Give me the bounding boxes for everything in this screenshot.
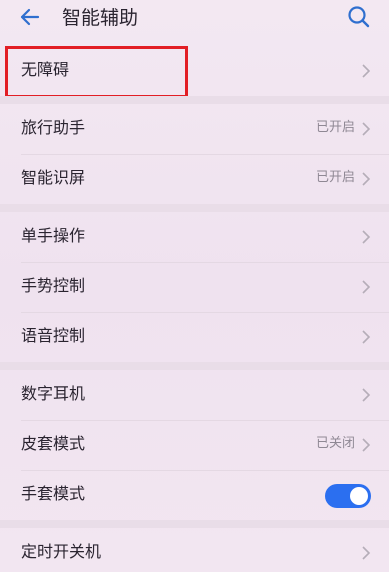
list-item-label: 智能识屏 [21, 168, 86, 187]
list-item-scheduled-power[interactable]: 定时开关机 [0, 528, 389, 572]
list-item-glove-mode: 手套模式 [0, 470, 389, 520]
list-item-label: 数字耳机 [21, 384, 86, 403]
list-item-voice-control[interactable]: 语音控制 [0, 312, 389, 362]
list-item-label: 皮套模式 [21, 434, 86, 453]
chevron-right-icon [362, 64, 371, 78]
group-divider [0, 520, 389, 528]
search-icon[interactable] [346, 4, 372, 30]
chevron-right-icon [362, 122, 371, 136]
list-item-gesture-control[interactable]: 手势控制 [0, 262, 389, 312]
list-item-cover-mode[interactable]: 皮套模式 已关闭 [0, 420, 389, 470]
chevron-right-icon [362, 388, 371, 402]
chevron-right-icon [362, 280, 371, 294]
back-arrow-icon[interactable] [18, 6, 44, 28]
list-item-label: 手势控制 [21, 276, 86, 295]
list-item-label: 手套模式 [21, 484, 86, 503]
chevron-right-icon [362, 438, 371, 452]
list-item-label: 语音控制 [21, 326, 86, 345]
list-item-digital-earphone[interactable]: 数字耳机 [0, 370, 389, 420]
chevron-right-icon [362, 330, 371, 344]
status-text: 已开启 [315, 170, 355, 185]
chevron-right-icon [362, 172, 371, 186]
list-item-label: 定时开关机 [21, 542, 102, 561]
list-item-smart-screen-recognition[interactable]: 智能识屏 已开启 [0, 154, 389, 204]
group-divider [0, 204, 389, 212]
group-divider [0, 362, 389, 370]
list-item-travel-assistant[interactable]: 旅行助手 已开启 [0, 104, 389, 154]
list-item-label: 单手操作 [21, 226, 86, 245]
glove-mode-toggle[interactable] [325, 484, 371, 508]
page-title: 智能辅助 [62, 7, 139, 29]
settings-screen: 智能辅助 无障碍 旅行助手 已开启 智能识屏 已开启 单手操作 手势控制 语音控… [0, 0, 389, 572]
status-text: 已开启 [315, 120, 355, 135]
top-bar: 智能辅助 [0, 0, 389, 40]
chevron-right-icon [362, 230, 371, 244]
chevron-right-icon [362, 546, 371, 560]
list-item-label: 旅行助手 [21, 118, 86, 137]
status-text: 已关闭 [315, 436, 355, 451]
highlight-annotation [5, 46, 188, 98]
group-divider [0, 96, 389, 104]
list-item-one-hand-mode[interactable]: 单手操作 [0, 212, 389, 262]
toggle-knob [350, 487, 368, 505]
